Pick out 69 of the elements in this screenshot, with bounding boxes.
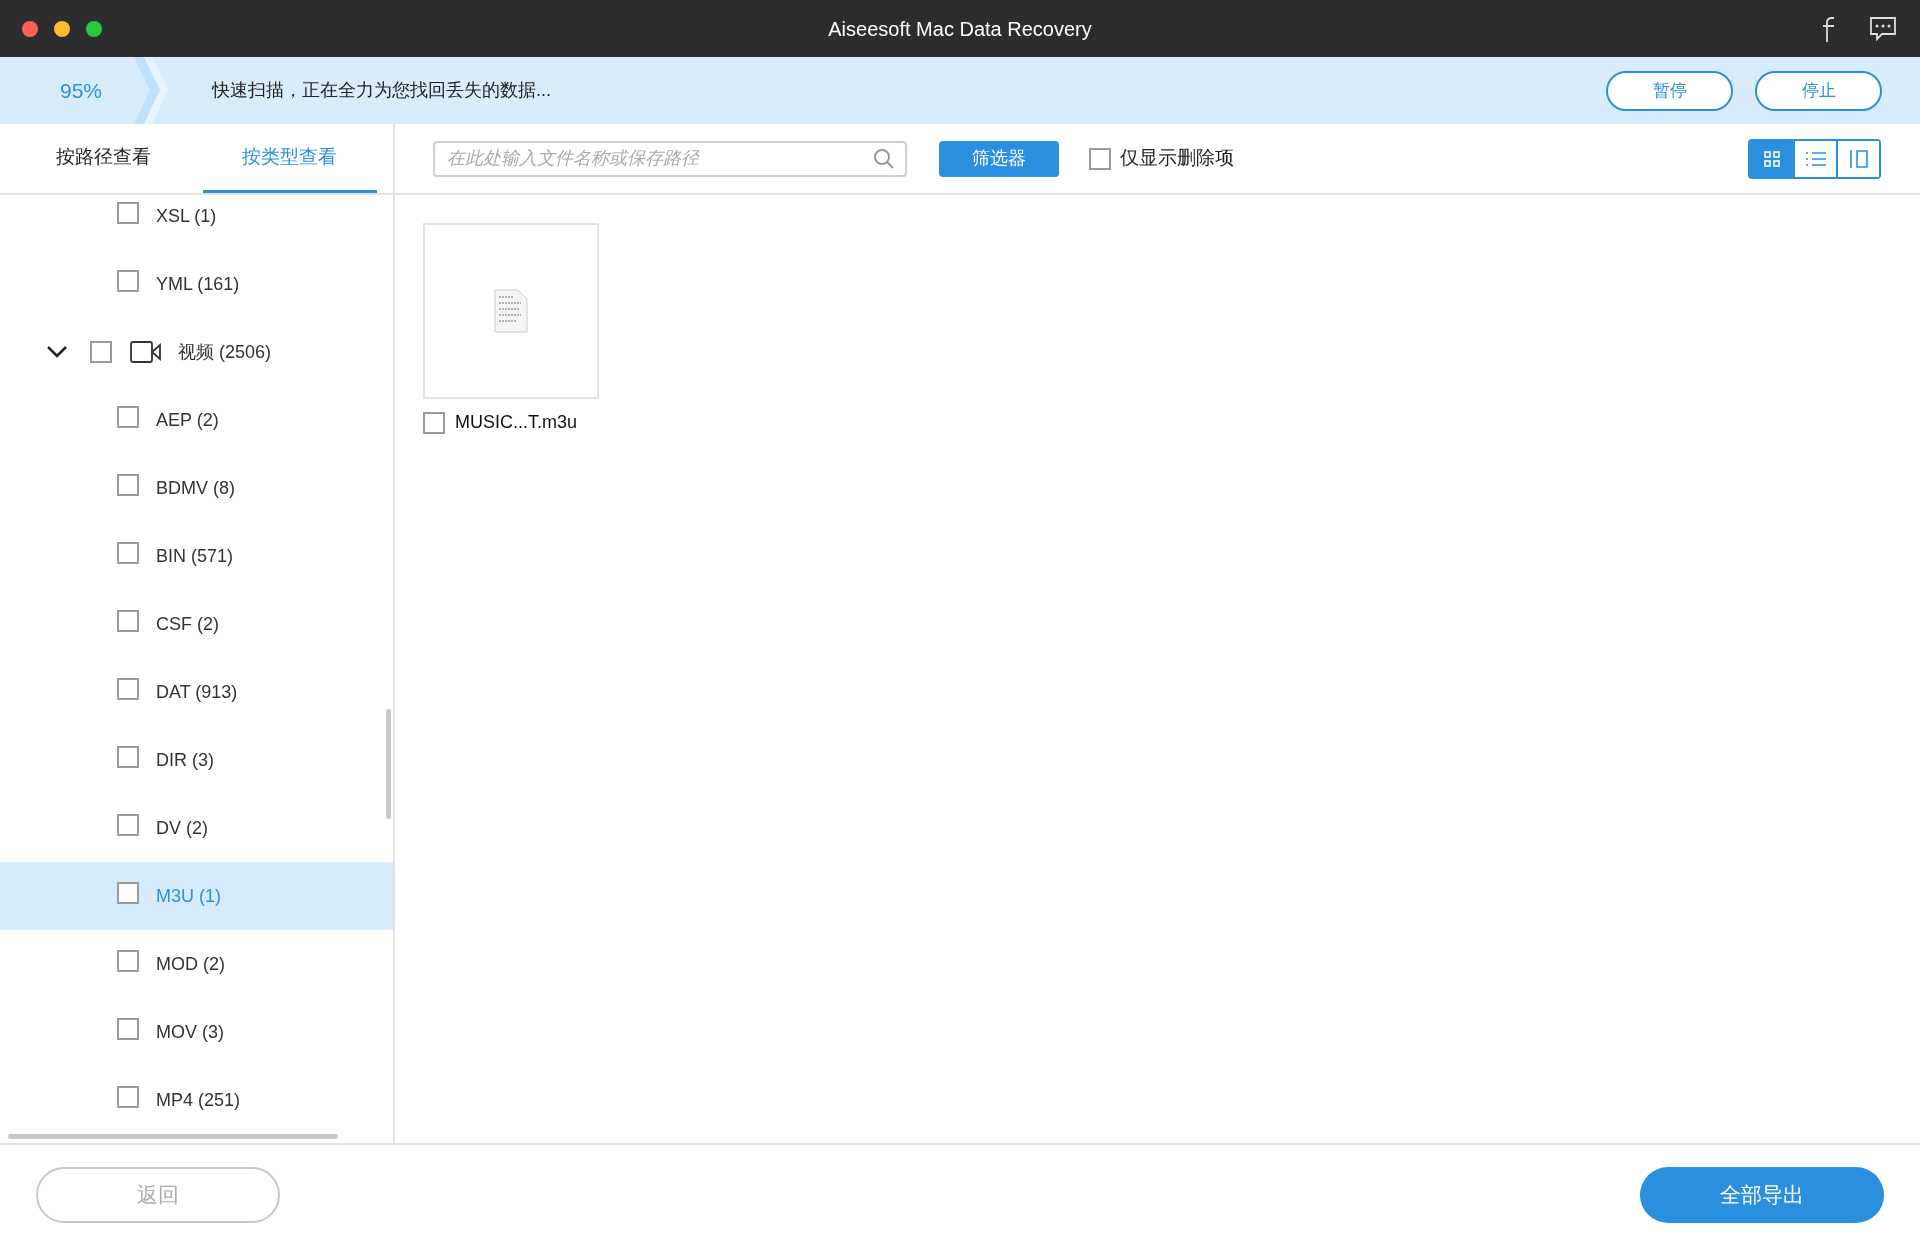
sidebar-item[interactable]: MOV (3) xyxy=(0,998,393,1066)
checkbox[interactable] xyxy=(90,341,112,363)
video-camera-icon xyxy=(130,340,162,364)
search-field[interactable]: 在此处输入文件名称或保存路径 xyxy=(433,140,907,177)
checkbox[interactable] xyxy=(423,411,445,434)
sidebar-item[interactable]: XSL (1) xyxy=(0,195,393,250)
checkbox[interactable] xyxy=(117,473,139,496)
item-label: AEP (2) xyxy=(156,408,219,432)
item-label: BDMV (8) xyxy=(156,476,235,500)
sidebar-item[interactable]: YML (161) xyxy=(0,250,393,318)
checkbox[interactable] xyxy=(117,405,139,428)
columns-icon xyxy=(1848,148,1869,169)
document-icon xyxy=(494,289,528,333)
vertical-scrollbar[interactable] xyxy=(386,709,391,819)
grid-icon xyxy=(1763,150,1780,167)
maximize-button[interactable] xyxy=(86,20,102,37)
item-label: MOD (2) xyxy=(156,952,225,976)
item-label: YML (161) xyxy=(156,272,240,296)
scan-button[interactable]: 暂停 xyxy=(1606,70,1733,111)
sidebar-item[interactable]: DAT (913) xyxy=(0,658,393,726)
facebook-icon[interactable] xyxy=(1822,15,1836,42)
scan-message: 快速扫描，正在全力为您找回丢失的数据... xyxy=(212,79,552,102)
file-thumbnail[interactable] xyxy=(423,223,599,399)
sidebar-item[interactable]: BDMV (8) xyxy=(0,454,393,522)
sidebar-item[interactable]: AEP (2) xyxy=(0,386,393,454)
item-label: DV (2) xyxy=(156,816,208,840)
checkbox[interactable] xyxy=(117,609,139,632)
view-toggle[interactable] xyxy=(1750,140,1793,177)
list-icon xyxy=(1804,150,1827,167)
sidebar-item[interactable]: DV (2) xyxy=(0,794,393,862)
checkbox-label: 仅显示删除项 xyxy=(1120,146,1234,171)
chevron-down-icon[interactable] xyxy=(46,345,68,359)
checkbox[interactable] xyxy=(117,677,139,700)
checkbox[interactable] xyxy=(117,813,139,836)
view-tab[interactable]: 按类型查看 xyxy=(202,124,377,193)
checkbox[interactable] xyxy=(117,881,139,904)
item-label: 视频 (2506) xyxy=(178,340,272,364)
checkbox[interactable] xyxy=(117,201,139,224)
minimize-button[interactable] xyxy=(54,20,70,37)
chat-icon[interactable] xyxy=(1868,15,1898,42)
item-label: CSF (2) xyxy=(156,612,219,636)
checkbox[interactable] xyxy=(117,269,139,292)
item-label: XSL (1) xyxy=(156,204,217,228)
view-toggle[interactable] xyxy=(1836,140,1879,177)
file-name: MUSIC...T.m3u xyxy=(455,411,578,434)
search-icon xyxy=(873,147,895,170)
sidebar-item[interactable]: MOD (2) xyxy=(0,930,393,998)
sidebar-item[interactable]: MP4 (251) xyxy=(0,1066,393,1134)
sidebar-item[interactable]: BIN (571) xyxy=(0,522,393,590)
sidebar-item[interactable]: 视频 (2506) xyxy=(0,318,393,386)
checkbox[interactable] xyxy=(117,541,139,564)
item-label: M3U (1) xyxy=(156,884,221,908)
checkbox[interactable] xyxy=(117,745,139,768)
item-label: DIR (3) xyxy=(156,748,214,772)
checkbox[interactable] xyxy=(117,949,139,972)
item-label: MOV (3) xyxy=(156,1020,224,1044)
item-label: BIN (571) xyxy=(156,544,234,568)
sidebar-item[interactable]: CSF (2) xyxy=(0,590,393,658)
window-title: Aiseesoft Mac Data Recovery xyxy=(828,16,1092,42)
view-tab[interactable]: 按路径查看 xyxy=(16,124,191,193)
checkbox[interactable] xyxy=(117,1017,139,1040)
close-button[interactable] xyxy=(22,20,38,37)
item-label: MP4 (251) xyxy=(156,1088,241,1112)
progress-percent: 95% xyxy=(59,77,104,104)
sidebar-item[interactable]: DIR (3) xyxy=(0,726,393,794)
horizontal-scrollbar[interactable] xyxy=(8,1134,338,1139)
checkbox[interactable] xyxy=(117,1085,139,1108)
item-label: DAT (913) xyxy=(156,680,238,704)
checkbox[interactable] xyxy=(1089,147,1111,170)
